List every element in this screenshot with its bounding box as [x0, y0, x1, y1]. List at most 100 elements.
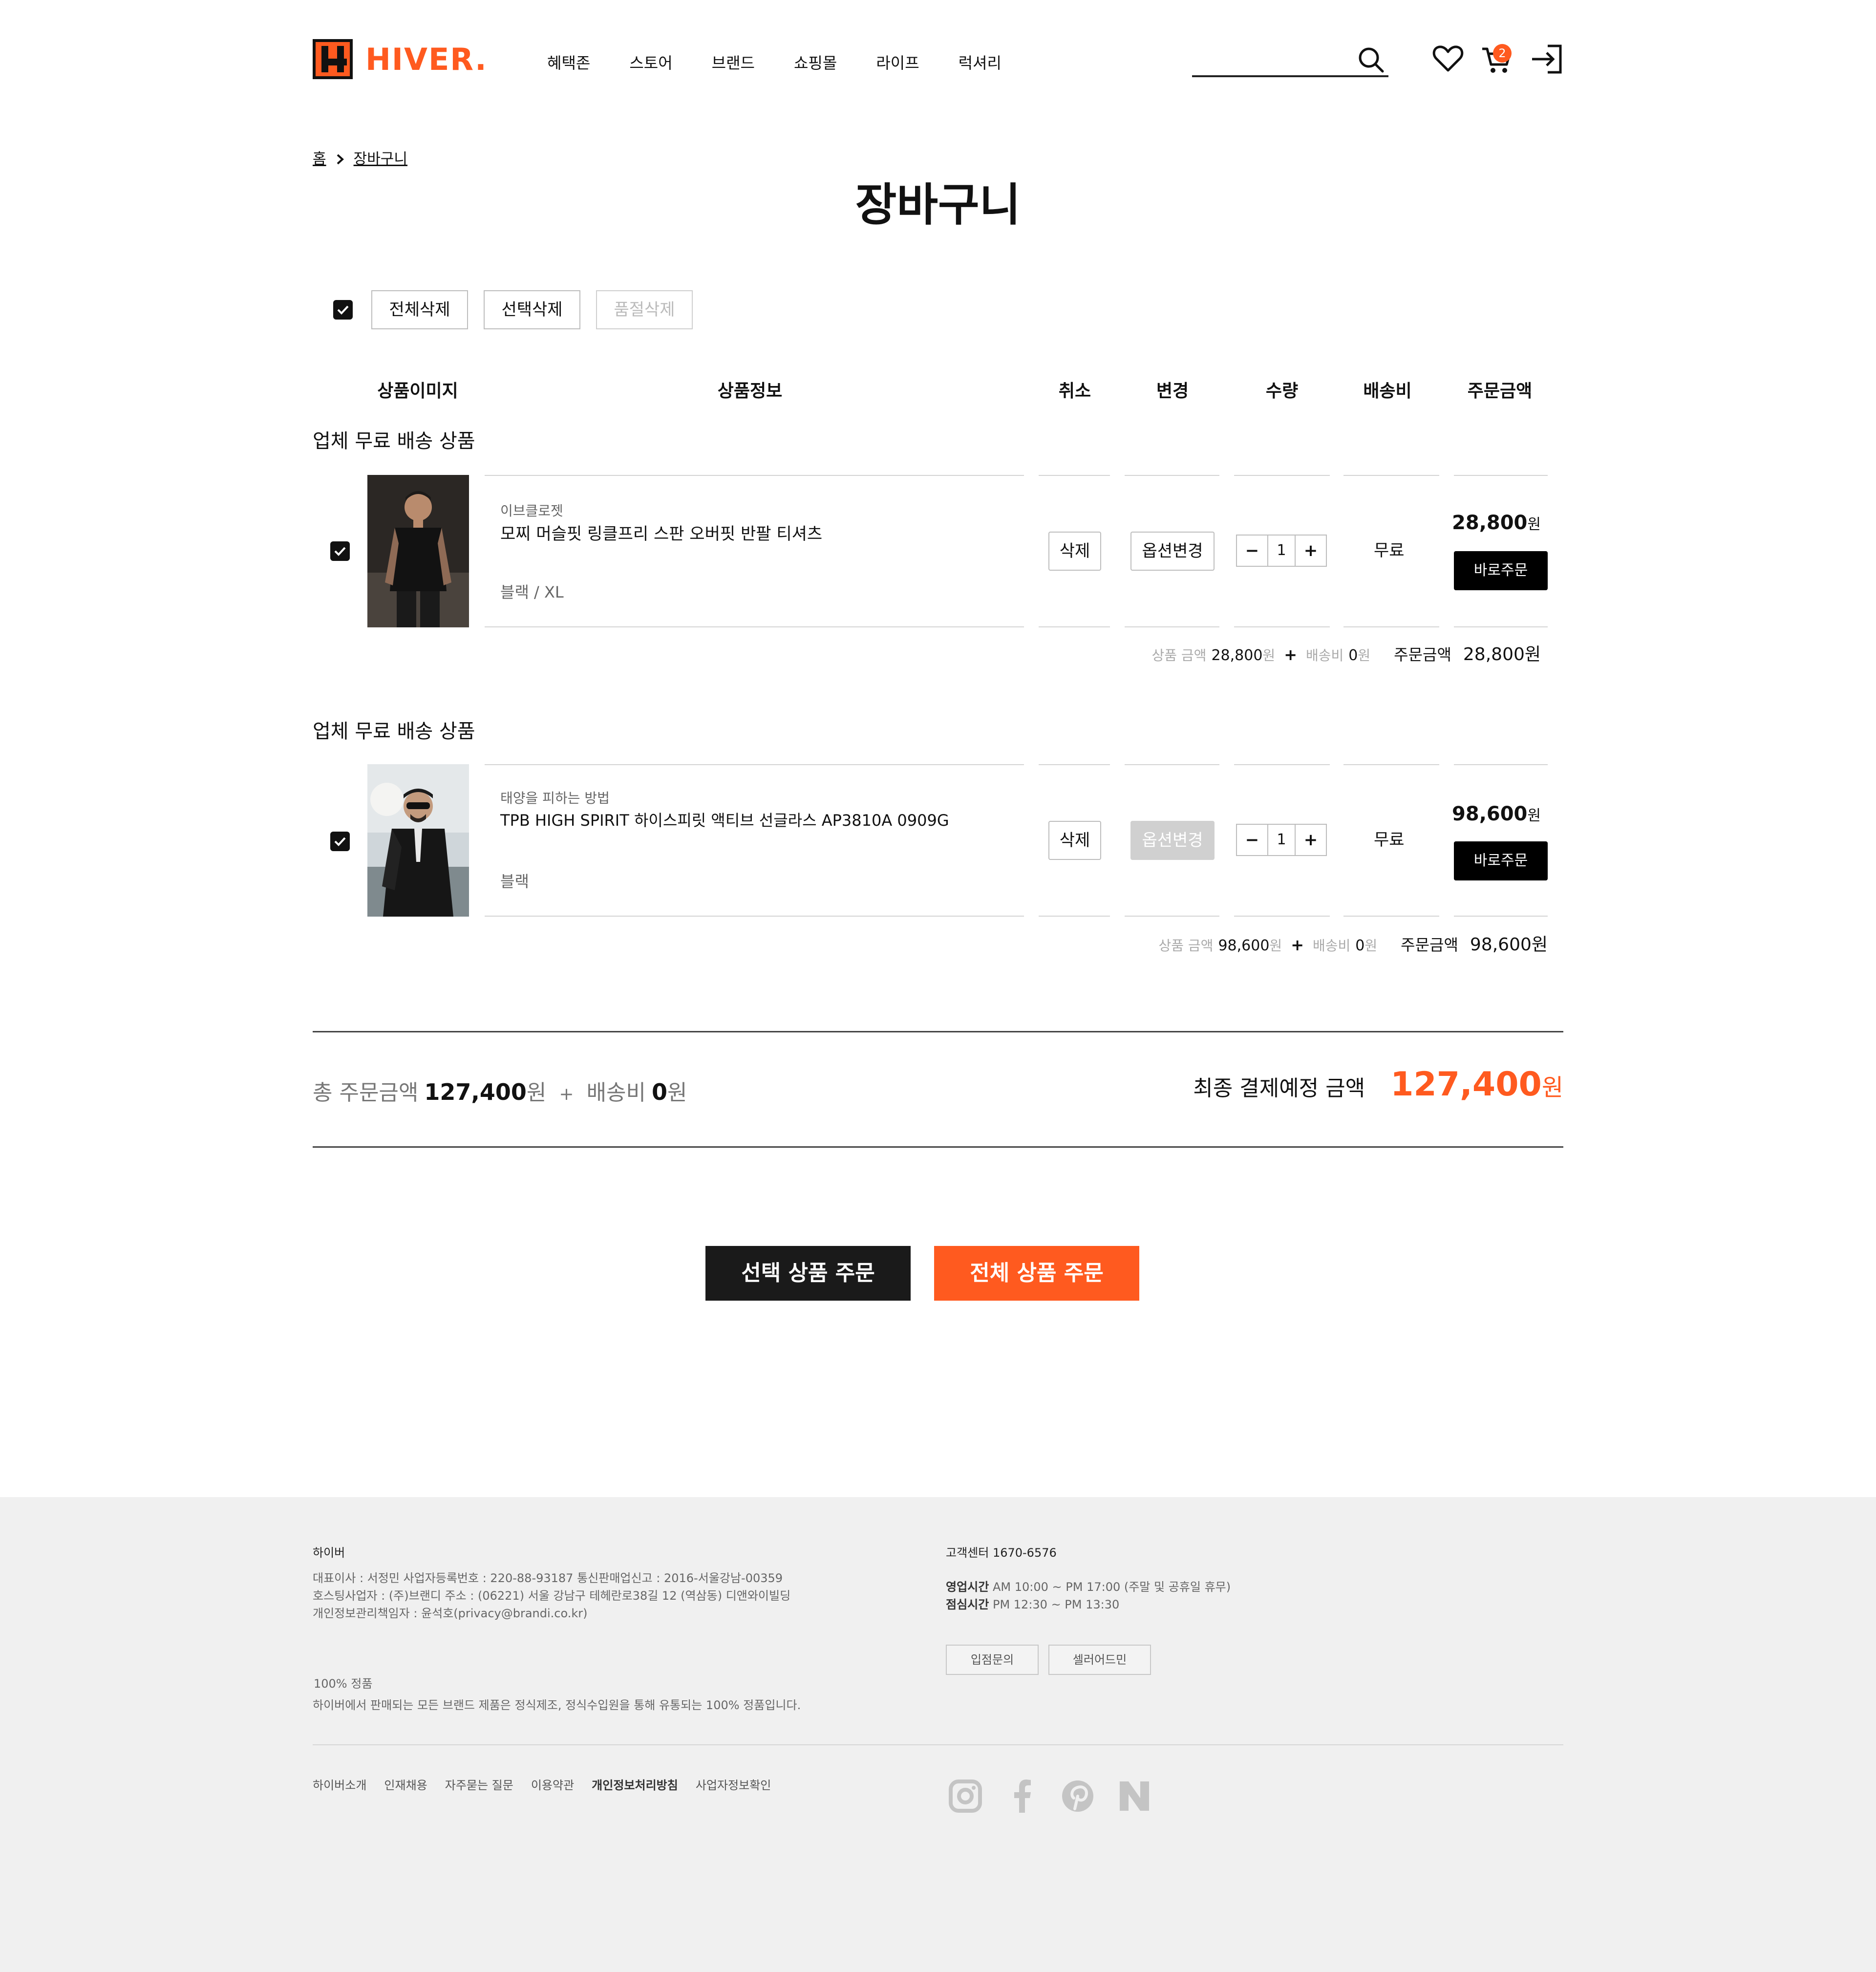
nav-item-benefit[interactable]: 혜택존 — [547, 51, 590, 75]
change-option-button[interactable]: 옵션변경 — [1130, 532, 1215, 571]
quantity-stepper: − 1 + — [1236, 824, 1327, 856]
item-checkbox[interactable] — [330, 832, 350, 851]
buy-now-button[interactable]: 바로주문 — [1454, 841, 1548, 880]
footer-link-about[interactable]: 하이버소개 — [313, 1777, 366, 1794]
footer-genuine-text: 하이버에서 판매되는 모든 브랜드 제품은 정식제조, 정식수입원을 통해 유통… — [313, 1698, 801, 1712]
search-input[interactable] — [1192, 44, 1353, 73]
seller-admin-button[interactable]: 셀러어드민 — [1048, 1645, 1151, 1675]
row-bottom-line — [1125, 626, 1219, 627]
product-brand[interactable]: 이브클로젯 — [500, 501, 563, 521]
logo-mark[interactable] — [313, 39, 353, 79]
footer-company-line: 대표이사 : 서정민 사업자등록번호 : 220-88-93187 통신판매업신… — [313, 1571, 783, 1585]
header-image: 상품이미지 — [377, 381, 458, 401]
shipping-fee: 무료 — [1374, 541, 1405, 560]
quantity-value[interactable]: 1 — [1267, 825, 1296, 855]
row-bottom-line — [1343, 916, 1439, 917]
naver-icon[interactable] — [1117, 1779, 1152, 1814]
partner-inquiry-button[interactable]: 입점문의 — [946, 1645, 1039, 1675]
footer-link-business-info[interactable]: 사업자정보확인 — [696, 1777, 771, 1794]
order-all-button[interactable]: 전체 상품 주문 — [934, 1246, 1139, 1301]
delete-soldout-button[interactable]: 품절삭제 — [596, 290, 693, 329]
product-name[interactable]: 모찌 머슬핏 링클프리 스판 오버핏 반팔 티셔츠 — [500, 523, 822, 545]
minus-icon[interactable]: − — [1237, 825, 1267, 855]
product-name[interactable]: TPB HIGH SPIRIT 하이스피릿 액티브 선글라스 AP3810A 0… — [500, 809, 949, 832]
nav-item-life[interactable]: 라이프 — [876, 51, 919, 75]
subtotal-ship-amount: 0 — [1355, 937, 1365, 954]
header-qty: 수량 — [1265, 381, 1299, 401]
product-option: 블랙 / XL — [500, 583, 564, 601]
subtotal-order-amount: 98,600원 — [1470, 935, 1548, 955]
footer-company: 하이버 — [313, 1546, 345, 1560]
breadcrumb-home[interactable]: 홈 — [313, 150, 326, 169]
row-bottom-line — [1234, 916, 1330, 917]
search-underline — [1192, 75, 1388, 77]
item-checkbox[interactable] — [330, 541, 350, 561]
row-bottom-line — [1039, 626, 1110, 627]
delete-button[interactable]: 삭제 — [1048, 532, 1101, 571]
nav-item-luxury[interactable]: 럭셔리 — [959, 51, 1002, 75]
subtotal-ship-label: 배송비 — [1306, 647, 1344, 664]
row-bottom-line — [1234, 626, 1330, 627]
header-info: 상품정보 — [717, 381, 783, 401]
nav-item-store[interactable]: 스토어 — [629, 51, 672, 75]
instagram-icon[interactable] — [948, 1779, 983, 1814]
check-icon — [334, 547, 346, 556]
buy-now-button[interactable]: 바로주문 — [1454, 551, 1548, 590]
won-unit: 원 — [526, 1080, 547, 1105]
footer-link-terms[interactable]: 이용약관 — [531, 1777, 574, 1794]
subtotal-order-amount: 28,800원 — [1463, 644, 1541, 664]
plus-icon[interactable]: + — [1296, 825, 1326, 855]
row-bottom-line — [1125, 916, 1219, 917]
row-top-line — [1125, 764, 1219, 765]
row-top-line — [1234, 764, 1330, 765]
quantity-value[interactable]: 1 — [1267, 536, 1296, 566]
footer-links: 하이버소개 인재채용 자주묻는 질문 이용약관 개인정보처리방침 사업자정보확인 — [313, 1777, 789, 1794]
nav-item-mall[interactable]: 쇼핑몰 — [794, 51, 837, 75]
product-image[interactable] — [367, 475, 469, 627]
nav-item-brand[interactable]: 브랜드 — [712, 51, 755, 75]
breadcrumb: 홈 장바구니 — [313, 150, 407, 169]
plus-icon[interactable]: + — [1296, 536, 1326, 566]
pinterest-icon[interactable] — [1060, 1779, 1095, 1814]
logo-text[interactable]: HIVER. — [365, 40, 488, 79]
change-option-button[interactable]: 옵션변경 — [1130, 821, 1215, 860]
total-label: 총 주문금액 — [313, 1080, 419, 1105]
final-payment: 최종 결제예정 금액 127,400 원 — [1193, 1065, 1563, 1104]
group-title: 업체 무료 배송 상품 — [313, 430, 475, 452]
row-top-line — [1039, 475, 1110, 476]
check-icon — [334, 837, 346, 846]
total-amount: 127,400 — [424, 1079, 527, 1105]
select-all-checkbox[interactable] — [333, 300, 353, 320]
chevron-right-icon — [337, 154, 344, 165]
totals-top-line — [313, 1031, 1563, 1032]
minus-icon[interactable]: − — [1237, 536, 1267, 566]
search-icon[interactable] — [1356, 45, 1386, 74]
won-unit: 원 — [1269, 938, 1282, 954]
product-option: 블랙 — [500, 872, 529, 891]
footer-cs-title: 고객센터 1670-6576 — [946, 1546, 1057, 1560]
row-top-line — [1343, 764, 1439, 765]
item-price-value: 28,800 — [1452, 512, 1528, 534]
footer-genuine-title: 100% 정품 — [314, 1677, 373, 1691]
facebook-icon[interactable] — [1005, 1779, 1041, 1814]
delete-button[interactable]: 삭제 — [1048, 821, 1101, 860]
product-brand[interactable]: 태양을 피하는 방법 — [500, 789, 610, 808]
row-top-line — [1234, 475, 1330, 476]
footer-link-careers[interactable]: 인재채용 — [384, 1777, 427, 1794]
row-top-line — [1454, 764, 1548, 765]
delete-all-button[interactable]: 전체삭제 — [371, 290, 468, 329]
row-top-line — [1454, 475, 1548, 476]
hours-value: AM 10:00 ~ PM 17:00 (주말 및 공휴일 휴무) — [992, 1580, 1231, 1594]
heart-icon[interactable] — [1432, 44, 1464, 73]
product-image[interactable] — [367, 764, 469, 917]
breadcrumb-current[interactable]: 장바구니 — [354, 150, 407, 169]
footer-link-privacy[interactable]: 개인정보처리방침 — [592, 1777, 678, 1794]
row-bottom-line — [485, 626, 1024, 627]
hours-label: 영업시간 — [946, 1580, 989, 1594]
delete-selected-button[interactable]: 선택삭제 — [484, 290, 580, 329]
order-selected-button[interactable]: 선택 상품 주문 — [705, 1246, 911, 1301]
footer-link-faq[interactable]: 자주묻는 질문 — [445, 1777, 513, 1794]
footer-lunch: 점심시간 PM 12:30 ~ PM 13:30 — [946, 1596, 1119, 1613]
check-icon — [337, 305, 349, 315]
login-icon[interactable] — [1530, 43, 1563, 75]
